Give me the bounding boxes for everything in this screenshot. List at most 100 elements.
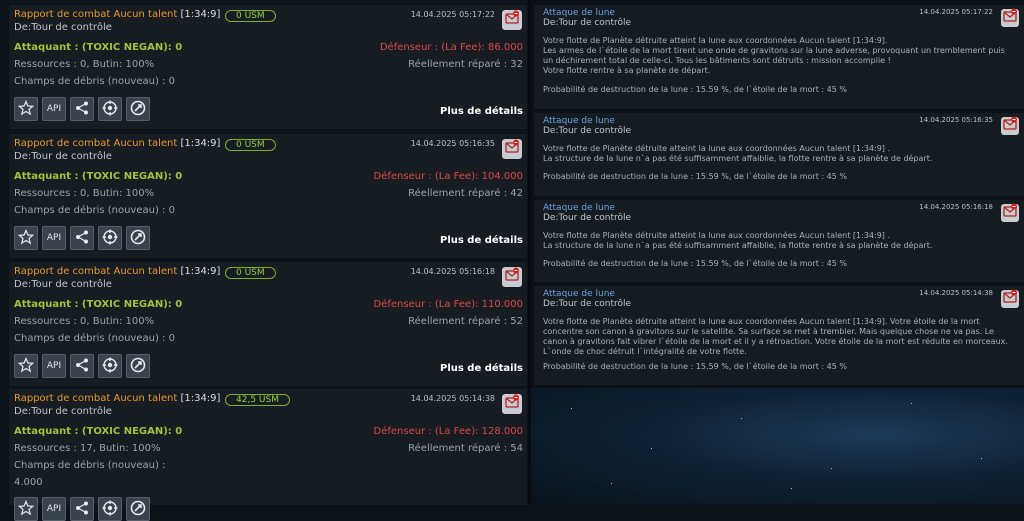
- sender-label: De:Tour de contrôle: [543, 213, 632, 223]
- target-button[interactable]: [98, 97, 122, 121]
- moon-report-title[interactable]: Attaque de lune: [543, 203, 615, 213]
- delete-button[interactable]: [502, 267, 522, 287]
- attack-icon: [130, 229, 146, 248]
- report-date: 14.04.2025 05:17:22: [410, 10, 495, 19]
- coords-link[interactable]: [1:34:9]: [180, 393, 220, 404]
- delete-mail-icon: [1002, 116, 1018, 136]
- delete-button[interactable]: [502, 394, 522, 414]
- target-icon: [102, 500, 118, 519]
- moon-attack-card: Attaque de lune De:Tour de contrôle 14.04.…: [533, 285, 1024, 386]
- share-icon: [74, 229, 90, 248]
- delete-button[interactable]: [1001, 203, 1019, 222]
- more-details-link[interactable]: Plus de détails: [440, 235, 523, 246]
- attack-icon: [130, 500, 146, 519]
- share-icon: [74, 357, 90, 376]
- combat-report-title[interactable]: Rapport de combat Aucun talent [1:34:9]: [14, 266, 220, 277]
- moon-attack-card: Attaque de lune De:Tour de contrôle 14.04.…: [533, 199, 1024, 283]
- coords-link[interactable]: [1:34:9]: [180, 266, 220, 277]
- attack-button[interactable]: [126, 354, 150, 378]
- api-button[interactable]: API: [42, 226, 66, 250]
- attacker-line: Attaquant : (TOXIC NEGAN): 0: [14, 171, 183, 182]
- repaired-line: Réellement réparé : 52: [408, 316, 523, 327]
- delete-button[interactable]: [502, 10, 522, 30]
- api-icon: API: [46, 504, 62, 514]
- share-button[interactable]: [70, 354, 94, 378]
- target-button[interactable]: [98, 354, 122, 378]
- report-date: 14.04.2025 05:16:35: [919, 116, 993, 124]
- sender-label: De:Tour de contrôle: [14, 151, 112, 162]
- destruction-probability: Probabilité de destruction de la lune : …: [543, 172, 847, 181]
- star-button[interactable]: [14, 354, 38, 378]
- moon-report-title[interactable]: Attaque de lune: [543, 8, 615, 18]
- combat-report-title[interactable]: Rapport de combat Aucun talent [1:34:9]: [14, 393, 220, 404]
- attacker-line: Attaquant : (TOXIC NEGAN): 0: [14, 426, 183, 437]
- usm-badge: 42,5 USM: [225, 394, 290, 406]
- destruction-probability: Probabilité de destruction de la lune : …: [543, 259, 847, 268]
- attack-button[interactable]: [126, 97, 150, 121]
- combat-report-card: Rapport de combat Aucun talent [1:34:9] …: [8, 261, 528, 387]
- delete-mail-icon: [504, 394, 520, 414]
- sender-label: De:Tour de contrôle: [14, 279, 112, 290]
- delete-mail-icon: [504, 10, 520, 30]
- defender-line: Défenseur : (La Fee): 128.000: [373, 426, 524, 437]
- share-button[interactable]: [70, 226, 94, 250]
- share-icon: [74, 500, 90, 519]
- moon-report-title[interactable]: Attaque de lune: [543, 116, 615, 126]
- report-title-text[interactable]: Rapport de combat Aucun talent: [14, 266, 177, 277]
- delete-button[interactable]: [502, 139, 522, 159]
- report-title-text[interactable]: Rapport de combat Aucun talent: [14, 393, 177, 404]
- attack-icon: [130, 357, 146, 376]
- delete-button[interactable]: [1001, 8, 1019, 27]
- report-date: 14.04.2025 05:14:38: [919, 289, 993, 297]
- resources-line: Ressources : 0, Butin: 100%: [14, 316, 155, 327]
- combat-report-card: Rapport de combat Aucun talent [1:34:9] …: [8, 388, 528, 521]
- repaired-line: Réellement réparé : 42: [408, 188, 523, 199]
- attack-button[interactable]: [126, 226, 150, 250]
- defender-line: Défenseur : (La Fee): 110.000: [373, 299, 524, 310]
- star-button[interactable]: [14, 97, 38, 121]
- sender-label: De:Tour de contrôle: [543, 126, 632, 136]
- star-icon: [17, 499, 35, 519]
- usm-badge: 0 USM: [225, 10, 276, 22]
- api-button[interactable]: API: [42, 97, 66, 121]
- api-icon: API: [46, 361, 62, 371]
- star-button[interactable]: [14, 497, 38, 521]
- action-buttons: API: [14, 226, 150, 250]
- share-button[interactable]: [70, 97, 94, 121]
- more-details-link[interactable]: Plus de détails: [440, 106, 523, 117]
- target-button[interactable]: [98, 226, 122, 250]
- moon-report-title[interactable]: Attaque de lune: [543, 289, 615, 299]
- attack-button[interactable]: [126, 497, 150, 521]
- api-button[interactable]: API: [42, 354, 66, 378]
- target-icon: [102, 229, 118, 248]
- target-button[interactable]: [98, 497, 122, 521]
- sender-label: De:Tour de contrôle: [14, 406, 112, 417]
- delete-mail-icon: [504, 267, 520, 287]
- report-date: 14.04.2025 05:16:18: [410, 267, 495, 276]
- share-icon: [74, 100, 90, 119]
- combat-report-title[interactable]: Rapport de combat Aucun talent [1:34:9]: [14, 9, 220, 20]
- moon-report-body: Votre flotte de Planète détruite atteint…: [543, 317, 1008, 356]
- delete-button[interactable]: [1001, 289, 1019, 308]
- moon-report-body: Votre flotte de Planète détruite atteint…: [543, 144, 933, 163]
- star-button[interactable]: [14, 226, 38, 250]
- destruction-probability: Probabilité de destruction de la lune : …: [543, 85, 847, 94]
- space-background: [531, 388, 1024, 504]
- share-button[interactable]: [70, 497, 94, 521]
- combat-report-title[interactable]: Rapport de combat Aucun talent [1:34:9]: [14, 138, 220, 149]
- api-button[interactable]: API: [42, 497, 66, 521]
- coords-link[interactable]: [1:34:9]: [180, 138, 220, 149]
- report-date: 14.04.2025 05:16:35: [410, 139, 495, 148]
- report-title-text[interactable]: Rapport de combat Aucun talent: [14, 138, 177, 149]
- sender-label: De:Tour de contrôle: [543, 299, 632, 309]
- report-title-text[interactable]: Rapport de combat Aucun talent: [14, 9, 177, 20]
- sender-label: De:Tour de contrôle: [14, 22, 112, 33]
- more-details-link[interactable]: Plus de détails: [440, 363, 523, 374]
- destruction-probability: Probabilité de destruction de la lune : …: [543, 362, 847, 371]
- attacker-line: Attaquant : (TOXIC NEGAN): 0: [14, 299, 183, 310]
- delete-button[interactable]: [1001, 116, 1019, 136]
- action-buttons: API: [14, 497, 150, 521]
- usm-badge: 0 USM: [225, 267, 276, 279]
- coords-link[interactable]: [1:34:9]: [180, 9, 220, 20]
- action-buttons: API: [14, 354, 150, 378]
